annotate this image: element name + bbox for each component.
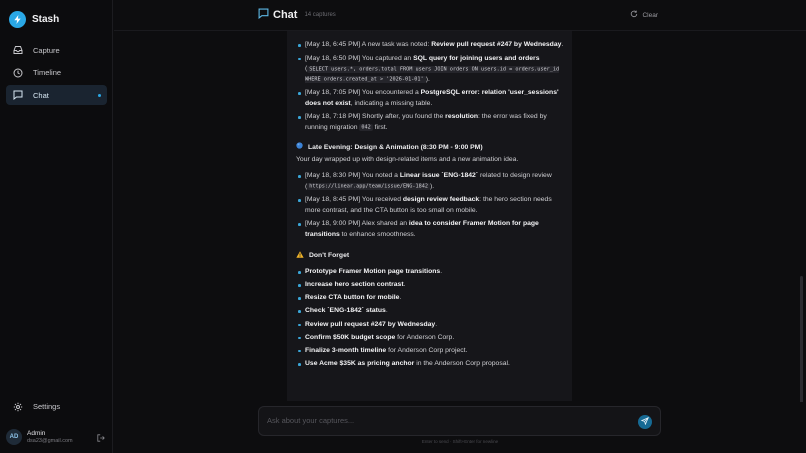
dont-forget-list: Prototype Framer Motion page transitions… <box>296 267 564 369</box>
sidebar-item-timeline[interactable]: Timeline <box>6 63 107 83</box>
input-hint: Enter to send · Shift+Enter for newline <box>421 439 499 444</box>
list-item: Increase hero section contrast. <box>296 280 564 291</box>
chat-icon <box>258 8 269 21</box>
lightning-icon <box>9 11 26 28</box>
list-item: [May 18, 9:00 PM] Alex shared an idea to… <box>296 219 564 240</box>
capture-count: 14 captures <box>304 11 336 18</box>
inline-code: https://linear.app/team/issue/ENG-1842 <box>307 183 430 191</box>
list-item: [May 18, 8:45 PM] You received design re… <box>296 195 564 216</box>
composer: Enter to send · Shift+Enter for newline <box>114 402 806 453</box>
header: Chat 14 captures Clear <box>114 0 806 31</box>
send-icon <box>640 417 649 427</box>
list-item: Prototype Framer Motion page transitions… <box>296 267 564 278</box>
inline-code: 042 <box>359 124 373 132</box>
message-list: [May 18, 8:30 PM] You noted a Linear iss… <box>296 171 564 240</box>
settings-button[interactable]: Settings <box>12 401 60 412</box>
list-item: Review pull request #247 by Wednesday. <box>296 320 564 331</box>
page-title-text: Chat <box>273 8 298 21</box>
chat-message: [May 18, 6:45 PM] A new task was noted: … <box>287 31 572 401</box>
warning-icon <box>296 250 304 263</box>
sidebar-item-label: Chat <box>33 90 49 100</box>
list-item: [May 18, 6:45 PM] A new task was noted: … <box>296 40 564 51</box>
chat-icon <box>12 90 23 101</box>
sidebar-nav: Capture Timeline Chat <box>6 40 107 108</box>
list-item: Resize CTA button for mobile. <box>296 293 564 304</box>
list-item: Finalize 3-month timeline for Anderson C… <box>296 346 564 357</box>
user-profile[interactable]: AD Admin dsa23@gmail.com <box>6 429 107 445</box>
send-button[interactable] <box>638 415 652 429</box>
app-name: Stash <box>32 14 60 25</box>
settings-label: Settings <box>33 402 61 411</box>
sidebar-item-capture[interactable]: Capture <box>6 40 107 60</box>
message-list: [May 18, 6:45 PM] A new task was noted: … <box>296 40 564 133</box>
list-item: [May 18, 8:30 PM] You noted a Linear iss… <box>296 171 564 192</box>
sidebar: Stash Capture Timeline Chat Settings AD … <box>0 0 113 453</box>
clear-label: Clear <box>642 11 658 19</box>
inbox-icon <box>12 45 23 56</box>
list-item: [May 18, 6:50 PM] You captured an SQL qu… <box>296 54 564 86</box>
scrollbar-thumb[interactable] <box>800 276 803 416</box>
refresh-icon <box>630 10 638 20</box>
chat-input[interactable] <box>267 416 627 425</box>
blue-circle-icon <box>296 142 303 154</box>
clear-button[interactable]: Clear <box>630 10 658 20</box>
assistant-message: [May 18, 6:45 PM] A new task was noted: … <box>287 31 572 372</box>
list-item: [May 18, 7:18 PM] Shortly after, you fou… <box>296 112 564 133</box>
scrollbar[interactable] <box>799 31 805 416</box>
list-item: [May 18, 7:05 PM] You encountered a Post… <box>296 88 564 109</box>
sidebar-item-chat[interactable]: Chat <box>6 85 107 105</box>
inline-code: SELECT users.*, orders.total FROM users … <box>305 65 560 84</box>
section-intro: Your day wrapped up with design-related … <box>296 155 519 163</box>
list-item: Use Acme $35K as pricing anchor in the A… <box>296 359 564 370</box>
sidebar-item-label: Capture <box>33 45 60 55</box>
section-heading: Don't Forget <box>296 250 564 263</box>
active-indicator-dot <box>98 93 101 97</box>
avatar: AD <box>6 429 22 445</box>
user-name: Admin <box>27 429 46 437</box>
brand[interactable]: Stash <box>9 11 59 28</box>
list-item: Check `ENG-1842` status. <box>296 306 564 317</box>
section-heading: Late Evening: Design & Animation (8:30 P… <box>296 142 564 154</box>
logout-icon[interactable] <box>96 433 105 442</box>
sidebar-item-label: Timeline <box>33 68 62 77</box>
chat-input-box[interactable] <box>258 406 661 436</box>
list-item: Confirm $50K budget scope for Anderson C… <box>296 333 564 344</box>
clock-icon <box>12 67 23 78</box>
page-title: Chat 14 captures <box>258 8 336 21</box>
user-email: dsa23@gmail.com <box>27 437 73 444</box>
gear-icon <box>12 401 23 412</box>
